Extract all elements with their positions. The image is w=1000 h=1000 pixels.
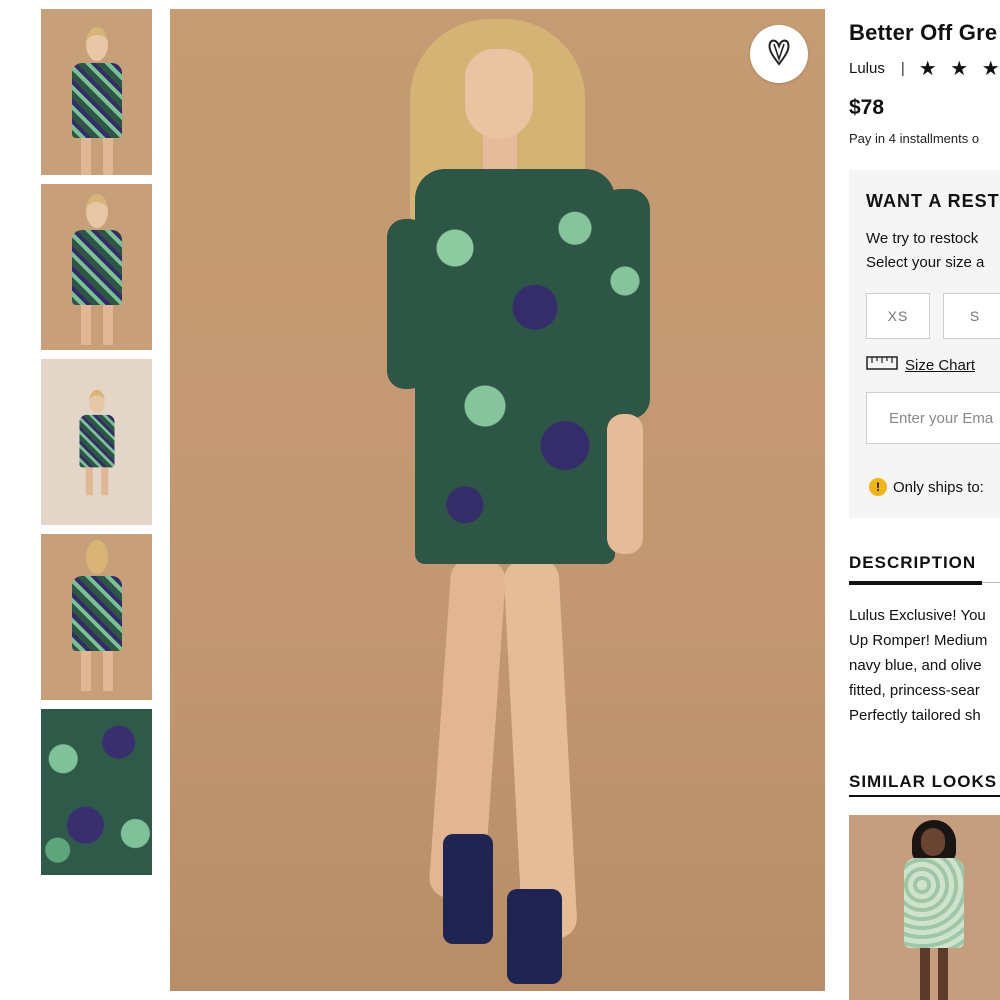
size-option-xs[interactable]: XS xyxy=(866,293,930,339)
brand-rating-row: Lulus | ★ ★ ★ xyxy=(849,56,1000,81)
restock-line: We try to restock xyxy=(866,230,979,247)
favorite-button[interactable] xyxy=(750,25,808,83)
restock-title: WANT A REST xyxy=(866,191,1000,211)
shipping-text: Only ships to: xyxy=(893,478,984,496)
similar-look-card[interactable] xyxy=(849,815,1000,1000)
description-line: Lulus Exclusive! You xyxy=(849,607,986,624)
similar-underline xyxy=(849,795,1000,797)
thumbnail-figure xyxy=(79,389,114,496)
email-input[interactable] xyxy=(866,392,1000,444)
thumbnail-back-view[interactable] xyxy=(41,534,152,700)
size-chart: Size Chart xyxy=(866,356,975,374)
shipping-notice: ! Only ships to: xyxy=(869,478,984,496)
rating-stars[interactable]: ★ ★ ★ xyxy=(919,56,1000,81)
product-info-panel: Better Off Gre Lulus | ★ ★ ★ $78 Pay in … xyxy=(849,0,1000,1000)
description-line: Perfectly tailored sh xyxy=(849,707,981,724)
product-title: Better Off Gre xyxy=(849,20,998,45)
thumbnail-fabric-detail[interactable] xyxy=(41,709,152,875)
thumbnail-figure xyxy=(71,540,122,691)
main-product-image xyxy=(170,9,825,991)
description-text: Lulus Exclusive! You Up Romper! Medium n… xyxy=(849,603,1000,728)
thumbnail-front-view[interactable] xyxy=(41,9,152,175)
restock-panel: WANT A REST We try to restock Select you… xyxy=(849,170,1000,518)
heart-v-icon xyxy=(766,37,792,72)
thumbnail-full-length[interactable] xyxy=(41,359,152,525)
product-price: $78 xyxy=(849,96,885,119)
size-chart-link[interactable]: Size Chart xyxy=(905,357,975,374)
thumbnail-figure xyxy=(71,194,122,345)
description-line: navy blue, and olive xyxy=(849,657,982,674)
restock-line: Select your size a xyxy=(866,254,985,271)
model-figure xyxy=(387,19,655,989)
installments-text: Pay in 4 installments o xyxy=(849,131,980,146)
restock-description: We try to restock Select your size a xyxy=(866,227,1000,275)
separator: | xyxy=(900,60,905,77)
size-option-s[interactable]: S xyxy=(943,293,1000,339)
similar-looks-title: SIMILAR LOOKS xyxy=(849,772,998,791)
divider xyxy=(982,582,1000,583)
thumbnail-front-pose[interactable] xyxy=(41,184,152,350)
warning-icon: ! xyxy=(869,478,887,496)
brand-link[interactable]: Lulus xyxy=(849,60,885,77)
description-line: fitted, princess-sear xyxy=(849,682,980,699)
tab-description[interactable]: DESCRIPTION xyxy=(849,553,976,573)
similar-model-figure xyxy=(904,820,964,1000)
tab-underline xyxy=(849,581,982,585)
thumbnail-list xyxy=(41,9,152,884)
description-line: Up Romper! Medium xyxy=(849,632,988,649)
thumbnail-figure xyxy=(71,27,122,175)
ruler-icon xyxy=(866,356,898,374)
